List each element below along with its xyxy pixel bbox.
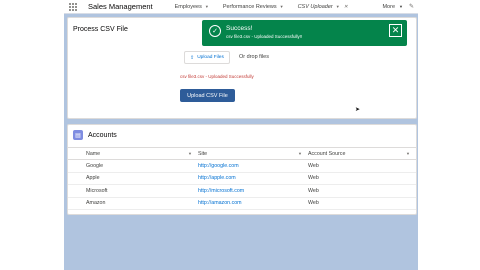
account-site-link[interactable]: http://google.com (198, 159, 308, 173)
column-header-site[interactable]: Site ▼ (198, 147, 308, 160)
account-source: Web (308, 184, 416, 198)
nav-more-label: More (382, 3, 395, 10)
accounts-table: Name ▼ Site ▼ Account Source ▼ Google ht… (68, 147, 416, 210)
account-name: Apple (68, 172, 198, 185)
chevron-down-icon[interactable]: ▼ (406, 151, 410, 157)
chevron-down-icon[interactable]: ▼ (280, 4, 284, 9)
nav-item-label: CSV Uploader (297, 3, 333, 10)
success-check-icon: ✓ (209, 25, 221, 37)
account-name: Microsoft (68, 184, 198, 198)
nav-item-label: Employees (174, 3, 202, 10)
top-navigation: Sales Management Employees ▼ Performance… (64, 0, 418, 14)
app-viewport: Sales Management Employees ▼ Performance… (64, 0, 418, 270)
close-icon[interactable]: ✕ (344, 4, 348, 10)
nav-item-label: Performance Reviews (222, 3, 277, 10)
chevron-down-icon[interactable]: ▼ (336, 4, 340, 9)
account-source: Web (308, 172, 416, 185)
account-source: Web (308, 159, 416, 173)
success-toast: ✓ Success! csv file3.csv - Uploaded Succ… (202, 20, 407, 46)
column-header-name[interactable]: Name ▼ (68, 147, 198, 160)
chevron-down-icon[interactable]: ▼ (205, 4, 209, 9)
account-source: Web (308, 197, 416, 210)
nav-item-csv-uploader[interactable]: CSV Uploader ▼ ✕ (298, 4, 348, 10)
nav-more-menu[interactable]: More ▼ (382, 4, 403, 10)
nav-item-performance-reviews[interactable]: Performance Reviews ▼ (223, 4, 284, 10)
card-title: Process CSV File (73, 26, 128, 33)
upload-csv-button[interactable]: Upload CSV File (180, 89, 235, 102)
file-status-text: csv file3.csv - Uploaded Successfully (180, 74, 254, 79)
account-site-link[interactable]: http://apple.com (198, 172, 308, 185)
mouse-cursor-icon: ➤ (355, 107, 361, 113)
accounts-header: ▤ Accounts (73, 130, 117, 140)
table-row: Apple http://apple.com Web (68, 172, 416, 185)
chevron-down-icon: ▼ (399, 4, 403, 9)
chevron-down-icon[interactable]: ▼ (298, 151, 302, 157)
column-header-account-source[interactable]: Account Source ▼ (308, 147, 416, 160)
app-name: Sales Management (88, 2, 153, 11)
column-label: Name (86, 150, 101, 157)
edit-pencil-icon[interactable]: ✎ (409, 3, 414, 10)
table-row: Google http://google.com Web (68, 159, 416, 173)
column-label: Site (198, 150, 208, 157)
chevron-down-icon[interactable]: ▼ (188, 151, 192, 157)
drop-zone-text: Or drop files (239, 54, 269, 60)
toast-message: csv file3.csv - Uploaded Successfully!! (226, 34, 303, 39)
accounts-icon: ▤ (73, 130, 83, 140)
table-header-row: Name ▼ Site ▼ Account Source ▼ (68, 147, 416, 160)
upload-files-button[interactable]: ⇪ Upload Files (184, 51, 230, 64)
accounts-title[interactable]: Accounts (88, 132, 117, 139)
accounts-card: ▤ Accounts Name ▼ Site ▼ Account Source … (67, 124, 417, 215)
app-launcher-icon[interactable] (69, 2, 79, 11)
nav-item-employees[interactable]: Employees ▼ (175, 4, 209, 10)
column-label: Account Source (308, 150, 346, 157)
account-name: Google (68, 159, 198, 173)
table-row: Amazon http://amazon.com Web (68, 197, 416, 210)
upload-files-label: Upload Files (197, 55, 224, 60)
upload-icon: ⇪ (190, 54, 195, 61)
close-icon[interactable]: ✕ (389, 24, 402, 37)
table-row: Microsoft http://microsoft.com Web (68, 184, 416, 198)
account-name: Amazon (68, 197, 198, 210)
account-site-link[interactable]: http://microsoft.com (198, 184, 308, 198)
toast-title: Success! (226, 25, 253, 32)
account-site-link[interactable]: http://amazon.com (198, 197, 308, 210)
